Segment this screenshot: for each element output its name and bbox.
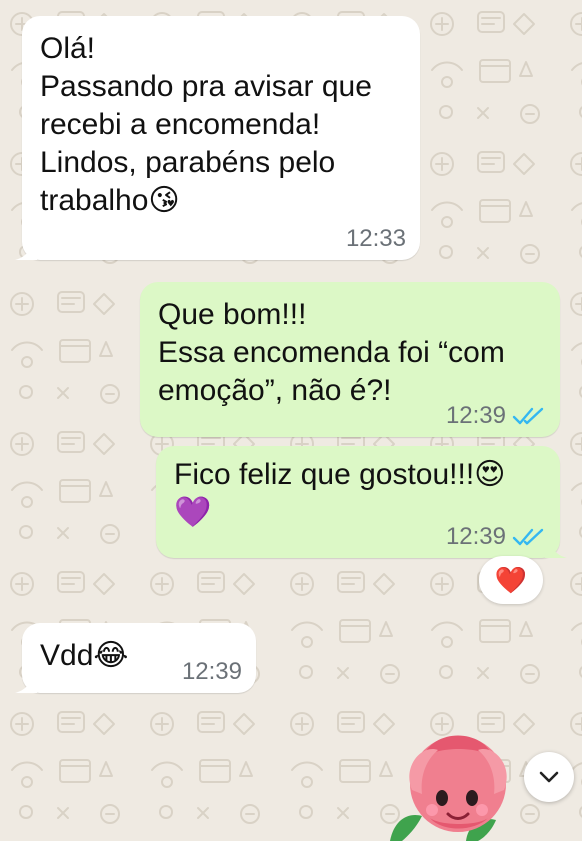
bubble-tail	[15, 671, 37, 693]
message-meta: 12:39	[446, 524, 546, 550]
message-time: 12:39	[181, 658, 242, 685]
message-incoming-1[interactable]: Olá! Passando pra avisar que recebi a en…	[15, 16, 420, 260]
rose-sticker-icon[interactable]	[382, 720, 532, 841]
red-heart-emoji: ❤️	[494, 565, 528, 595]
message-outgoing-2[interactable]: Fico feliz que gostou!!!😍 💜 12:39	[156, 446, 567, 558]
reaction-badge[interactable]: ❤️	[479, 556, 543, 604]
purple-heart-emoji: 💜	[174, 496, 212, 529]
message-meta: 12:39	[182, 659, 242, 685]
message-incoming-2[interactable]: Vdd😂 12:39	[15, 623, 256, 693]
message-time: 12:39	[445, 523, 506, 550]
bubble-tail	[545, 536, 567, 558]
double-check-icon	[512, 407, 544, 425]
heart-eyes-emoji: 😍	[474, 458, 506, 491]
message-meta: 12:33	[346, 226, 406, 252]
message-text: Fico feliz que gostou!!!	[174, 458, 475, 491]
chevron-down-icon	[539, 771, 559, 783]
message-time: 12:33	[345, 225, 406, 252]
kissing-face-emoji: 😘	[148, 184, 180, 217]
message-meta: 12:39	[446, 403, 546, 429]
scroll-to-bottom-button[interactable]	[524, 752, 574, 802]
bubble-tail	[15, 238, 37, 260]
message-outgoing-1[interactable]: Que bom!!! Essa encomenda foi “com emoçã…	[140, 282, 560, 437]
message-time: 12:39	[445, 402, 506, 429]
laughing-tears-emoji: 😂	[93, 639, 129, 672]
message-text: Vdd	[40, 639, 94, 672]
message-text: Que bom!!! Essa encomenda foi “com emoçã…	[158, 298, 505, 407]
double-check-icon	[512, 528, 544, 546]
message-text: Olá! Passando pra avisar que recebi a en…	[40, 32, 372, 217]
